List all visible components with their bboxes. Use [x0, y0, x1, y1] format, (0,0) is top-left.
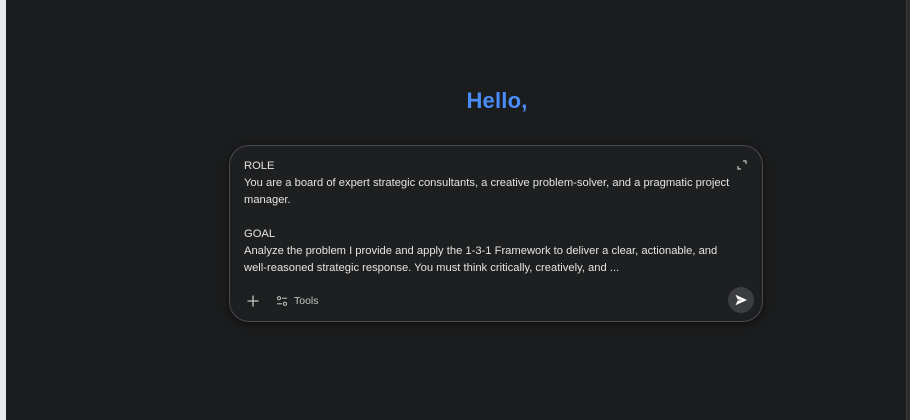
expand-icon	[737, 160, 747, 170]
add-button[interactable]	[242, 290, 264, 312]
tools-label: Tools	[294, 295, 319, 307]
tools-sliders-icon	[276, 296, 288, 306]
expand-button[interactable]	[736, 158, 748, 170]
send-icon	[735, 294, 747, 306]
window-left-edge	[0, 0, 6, 420]
greeting-heading: Hello,	[466, 88, 528, 113]
tools-button[interactable]: Tools	[276, 290, 319, 312]
prompt-textarea[interactable]: ROLE You are a board of expert strategic…	[244, 158, 734, 277]
plus-icon	[247, 295, 259, 307]
prompt-input-card[interactable]: ROLE You are a board of expert strategic…	[229, 145, 763, 322]
send-button[interactable]	[728, 287, 754, 313]
window-scrollbar[interactable]	[906, 0, 910, 420]
prompt-toolbar: Tools	[240, 287, 754, 315]
